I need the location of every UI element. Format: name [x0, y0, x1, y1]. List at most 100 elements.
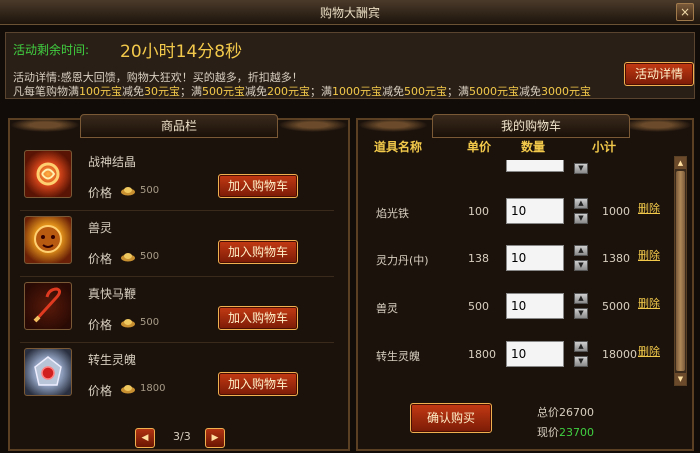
- cart-scrollbar[interactable]: ▲ ▼: [674, 156, 687, 386]
- qty-input[interactable]: 10: [506, 341, 564, 367]
- qty-increase-icon[interactable]: ▲: [574, 341, 588, 352]
- tier-1-discount: 30元宝: [144, 85, 180, 98]
- page-indicator: 3/3: [173, 430, 191, 443]
- tier-3-spend: 1000元宝: [332, 85, 382, 98]
- item-name: 转生灵魄: [88, 353, 137, 367]
- item-divider: [20, 210, 334, 211]
- cart-item-name: 灵力丹(中): [376, 254, 429, 267]
- tier-3-mid: 减免: [382, 85, 404, 98]
- tier-1-sep: ；满: [180, 85, 202, 98]
- tier-prefix: 凡每笔购物满: [13, 85, 79, 98]
- qty-decrease-icon[interactable]: ▼: [574, 356, 588, 367]
- cart-item-subtotal: 5000: [602, 300, 630, 313]
- total-price-label: 总价: [537, 406, 559, 419]
- qty-increase-icon[interactable]: ▲: [574, 198, 588, 209]
- item-name: 兽灵: [88, 221, 113, 235]
- ornament-left: [10, 118, 80, 132]
- event-info-panel: 活动剩余时间: 20小时14分8秒 活动详情:感恩大回馈，购物大狂欢！买的越多，…: [5, 32, 695, 99]
- prev-page-icon[interactable]: ◀: [135, 428, 155, 448]
- add-to-cart-button[interactable]: 加入购物车: [218, 372, 298, 396]
- tab-goods[interactable]: 商品栏: [80, 114, 278, 138]
- item-price: 500: [140, 251, 160, 262]
- col-header-price: 单价: [467, 140, 492, 154]
- item-divider: [20, 342, 334, 343]
- tier-4-discount: 3000元宝: [541, 85, 591, 98]
- cart-item-name: 兽灵: [376, 302, 398, 315]
- item-name: 真快马鞭: [88, 287, 137, 301]
- shop-window: 购物大酬宾 × 活动剩余时间: 20小时14分8秒 活动详情:感恩大回馈，购物大…: [0, 0, 700, 453]
- tier-2-mid: 减免: [245, 85, 267, 98]
- item-price: 500: [140, 185, 160, 196]
- cart-item-price: 1800: [468, 348, 496, 361]
- lion-glyph: [34, 225, 62, 253]
- cart-item-name: 转生灵魄: [376, 350, 420, 363]
- total-price-value: 26700: [559, 406, 594, 419]
- qty-decrease-icon[interactable]: ▼: [574, 163, 588, 174]
- qty-input[interactable]: 10: [506, 293, 564, 319]
- tier-4-spend: 5000元宝: [469, 85, 519, 98]
- col-header-name: 道具名称: [374, 140, 423, 154]
- rebirth-soul-icon[interactable]: [24, 348, 72, 396]
- close-icon[interactable]: ×: [676, 3, 694, 21]
- col-header-subtotal: 小计: [592, 140, 617, 154]
- next-page-icon[interactable]: ▶: [205, 428, 225, 448]
- gold-ingot-icon: [121, 385, 135, 394]
- price-label: 价格: [88, 318, 113, 332]
- item-price: 1800: [140, 383, 166, 394]
- cart-item-subtotal: 1000: [602, 205, 630, 218]
- goods-item: 兽灵 价格 500 加入购物车: [20, 216, 330, 278]
- ornament-left: [358, 118, 428, 132]
- item-price: 500: [140, 317, 160, 328]
- qty-input-partial[interactable]: [506, 160, 564, 172]
- event-detail-button[interactable]: 活动详情: [624, 62, 694, 86]
- qty-decrease-icon[interactable]: ▼: [574, 213, 588, 224]
- time-remaining-label: 活动剩余时间:: [13, 43, 90, 57]
- window-title: 购物大酬宾: [319, 6, 380, 20]
- soul-gem-glyph: [34, 356, 62, 386]
- cart-item-price: 500: [468, 300, 489, 313]
- col-header-qty: 数量: [521, 140, 546, 154]
- qty-increase-icon[interactable]: ▲: [574, 293, 588, 304]
- horse-whip-icon[interactable]: [24, 282, 72, 330]
- qty-decrease-icon[interactable]: ▼: [574, 308, 588, 319]
- delete-link[interactable]: 删除: [638, 295, 660, 311]
- delete-link[interactable]: 删除: [638, 247, 660, 263]
- cart-item-price: 138: [468, 252, 489, 265]
- cart-item-subtotal: 18000: [602, 348, 637, 361]
- qty-decrease-icon[interactable]: ▼: [574, 260, 588, 271]
- scrollbar-thumb[interactable]: [676, 171, 685, 371]
- beast-spirit-icon[interactable]: [24, 216, 72, 264]
- title-bar[interactable]: 购物大酬宾 ×: [0, 0, 700, 25]
- qty-input[interactable]: 10: [506, 198, 564, 224]
- cart-item-name: 焰光铁: [376, 207, 409, 220]
- goods-item: 转生灵魄 价格 1800 加入购物车: [20, 348, 330, 410]
- total-price: 总价26700: [537, 404, 594, 420]
- tier-2-spend: 500元宝: [202, 85, 245, 98]
- cart-row: 兽灵 500 10 ▲ ▼ 5000 删除: [366, 293, 686, 335]
- ornament-right: [622, 118, 692, 132]
- tier-3-discount: 500元宝: [404, 85, 447, 98]
- item-name: 战神结晶: [88, 155, 137, 169]
- qty-increase-icon[interactable]: ▲: [574, 245, 588, 256]
- delete-link[interactable]: 删除: [638, 200, 660, 216]
- current-price-value: 23700: [559, 426, 594, 439]
- scroll-down-icon[interactable]: ▼: [675, 373, 686, 385]
- price-label: 价格: [88, 384, 113, 398]
- ornament-right: [278, 118, 348, 132]
- add-to-cart-button[interactable]: 加入购物车: [218, 240, 298, 264]
- cart-item-price: 100: [468, 205, 489, 218]
- add-to-cart-button[interactable]: 加入购物车: [218, 306, 298, 330]
- goods-item: 真快马鞭 价格 500 加入购物车: [20, 282, 330, 344]
- delete-link[interactable]: 删除: [638, 343, 660, 359]
- confirm-purchase-button[interactable]: 确认购买: [410, 403, 492, 433]
- gold-ingot-icon: [121, 253, 135, 262]
- war-crystal-icon[interactable]: [24, 150, 72, 198]
- gold-ingot-icon: [121, 319, 135, 328]
- current-price: 现价23700: [537, 424, 594, 440]
- add-to-cart-button[interactable]: 加入购物车: [218, 174, 298, 198]
- scroll-up-icon[interactable]: ▲: [675, 157, 686, 169]
- whip-glyph: [33, 287, 62, 323]
- tab-cart[interactable]: 我的购物车: [432, 114, 630, 138]
- qty-input[interactable]: 10: [506, 245, 564, 271]
- current-price-label: 现价: [537, 426, 559, 439]
